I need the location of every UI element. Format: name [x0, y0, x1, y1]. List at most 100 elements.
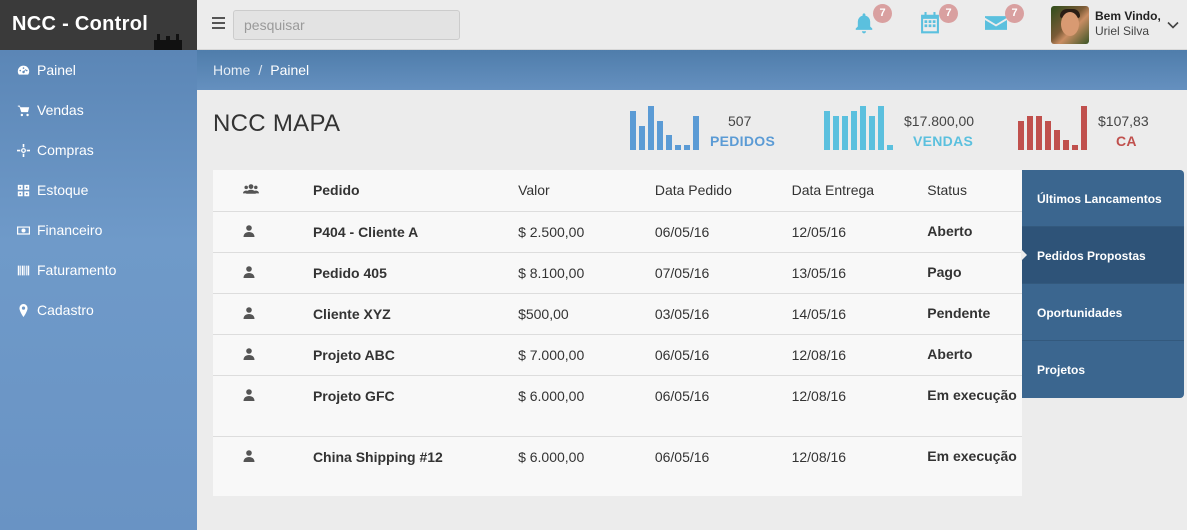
- cell-data-pedido: 06/05/16: [654, 448, 710, 465]
- cell-status: Pendente: [927, 293, 1022, 335]
- avatar[interactable]: [1051, 6, 1089, 44]
- cell-pedido: China Shipping #12: [312, 448, 443, 465]
- stat-value: $17.800,00: [904, 113, 975, 129]
- cell-data-pedido: 03/05/16: [654, 293, 792, 335]
- user-welcome[interactable]: Bem Vindo, Uriel Silva: [1095, 9, 1161, 39]
- sparkline-bar: [1018, 121, 1024, 150]
- sidebar-item-vendas[interactable]: Vendas: [0, 90, 197, 130]
- sparkline-bar: [630, 111, 636, 150]
- cell-data-entrega: 13/05/16: [791, 252, 928, 294]
- col-header-data-entrega[interactable]: Data Entrega: [791, 170, 928, 212]
- sparkline-bar: [648, 106, 654, 150]
- menu-toggle-icon[interactable]: [212, 17, 225, 31]
- table-row[interactable]: Projeto ABC $ 7.000,00 06/05/16 12/08/16…: [213, 334, 1022, 376]
- dashboard-icon: [16, 63, 30, 77]
- sidebar-item-label: Cadastro: [37, 302, 94, 318]
- brand-title: NCC - Control: [12, 13, 149, 35]
- stat-value: $107,83: [1098, 113, 1149, 129]
- cell-pedido: Pedido 405: [312, 252, 519, 294]
- stat-value: 507: [728, 113, 752, 129]
- col-header-status[interactable]: Status: [927, 170, 1022, 212]
- calendar-badge: 7: [939, 4, 958, 23]
- sparkline-bar: [1054, 130, 1060, 150]
- col-header-pedido[interactable]: Pedido: [312, 170, 519, 212]
- user-icon: [243, 449, 255, 462]
- sparkline-bar: [639, 126, 645, 150]
- user-icon: [243, 388, 255, 401]
- sparkline-bar: [657, 121, 663, 150]
- sparkline-bar: [860, 106, 866, 150]
- messages-button[interactable]: 7: [985, 4, 1024, 36]
- table-row[interactable]: Projeto GFC $ 6.000,00 06/05/16 12/08/16…: [213, 375, 1022, 437]
- table-row[interactable]: China Shipping #12 $ 6.000,00 06/05/16 1…: [213, 436, 1022, 497]
- tab-ultimos-lancamentos[interactable]: Últimos Lancamentos: [1022, 170, 1184, 227]
- robot-logo-icon: [154, 34, 182, 50]
- user-icon: [243, 306, 255, 319]
- sidebar-item-compras[interactable]: Compras: [0, 130, 197, 170]
- stat-label: VENDAS: [913, 133, 974, 149]
- cell-data-pedido: 06/05/16: [654, 375, 792, 437]
- app-brand[interactable]: NCC - Control: [0, 0, 197, 50]
- cell-valor: $ 6.000,00: [518, 448, 585, 465]
- messages-badge: 7: [1005, 4, 1024, 23]
- cell-data-entrega: 14/05/16: [791, 293, 928, 335]
- sidebar-item-faturamento[interactable]: Faturamento: [0, 250, 197, 290]
- cell-valor: $ 6.000,00: [518, 375, 655, 437]
- sidebar-item-financeiro[interactable]: Financeiro: [0, 210, 197, 250]
- sparkline-bar: [666, 135, 672, 150]
- cell-valor: $500,00: [518, 293, 655, 335]
- cell-valor: $ 8.100,00: [518, 252, 655, 294]
- sparkline-bar: [824, 111, 830, 150]
- calendar-button[interactable]: 7: [919, 4, 958, 36]
- sparkline-bar: [1072, 145, 1078, 150]
- sparkline-bar: [1027, 116, 1033, 150]
- vendas-sparkline: [824, 106, 893, 150]
- sparkline-bar: [1045, 121, 1051, 150]
- sidebar: Painel Vendas Compras Estoque Financeiro…: [0, 50, 197, 530]
- money-icon: [16, 223, 30, 237]
- cell-status: Pago: [927, 252, 1022, 294]
- cell-status: Aberto: [927, 211, 1022, 253]
- sidebar-item-label: Vendas: [37, 102, 84, 118]
- orders-table: Pedido Valor Data Pedido Data Entrega St…: [213, 170, 1022, 497]
- chevron-down-icon[interactable]: [1167, 20, 1179, 30]
- sparkline-bar: [1063, 140, 1069, 150]
- tab-projetos[interactable]: Projetos: [1022, 341, 1184, 398]
- col-header-data-pedido[interactable]: Data Pedido: [654, 170, 792, 212]
- breadcrumb-home-link[interactable]: Home: [213, 62, 250, 78]
- sidebar-item-label: Estoque: [37, 182, 89, 198]
- sparkline-bar: [833, 116, 839, 150]
- envelope-icon: [985, 16, 1007, 30]
- bell-icon: [855, 13, 873, 34]
- sparkline-bar: [1081, 106, 1087, 150]
- table-row[interactable]: Cliente XYZ $500,00 03/05/16 14/05/16 Pe…: [213, 293, 1022, 335]
- table-row[interactable]: Pedido 405 $ 8.100,00 07/05/16 13/05/16 …: [213, 252, 1022, 294]
- sparkline-bar: [684, 145, 690, 150]
- sidebar-item-label: Compras: [37, 142, 94, 158]
- grid-icon: [16, 183, 30, 197]
- crosshair-icon: [16, 143, 30, 157]
- user-name: Uriel Silva: [1095, 24, 1150, 38]
- stat-pedidos: 507 PEDIDOS: [630, 106, 780, 152]
- tab-pedidos-propostas[interactable]: Pedidos Propostas: [1021, 227, 1184, 284]
- cell-data-entrega: 12/08/16: [791, 448, 847, 465]
- sidebar-item-painel[interactable]: Painel: [0, 50, 197, 90]
- sidebar-item-label: Painel: [37, 62, 76, 78]
- sidebar-item-estoque[interactable]: Estoque: [0, 170, 197, 210]
- cell-pedido: P404 - Cliente A: [312, 211, 519, 253]
- calendar-icon: [921, 12, 939, 34]
- cell-pedido: Projeto GFC: [312, 375, 519, 437]
- notifications-bell-button[interactable]: 7: [853, 4, 892, 36]
- notification-badge: 7: [873, 4, 892, 23]
- orders-table-card: Pedido Valor Data Pedido Data Entrega St…: [213, 170, 1022, 496]
- table-row[interactable]: P404 - Cliente A $ 2.500,00 06/05/16 12/…: [213, 211, 1022, 253]
- search-input[interactable]: [233, 10, 460, 40]
- sparkline-bar: [675, 145, 681, 150]
- cell-data-pedido: 07/05/16: [654, 252, 792, 294]
- user-icon: [243, 224, 255, 237]
- stat-vendas: $17.800,00 VENDAS: [824, 106, 984, 152]
- col-header-valor[interactable]: Valor: [518, 170, 655, 212]
- cell-valor: $ 2.500,00: [518, 211, 655, 253]
- sidebar-item-cadastro[interactable]: Cadastro: [0, 290, 197, 330]
- tab-oportunidades[interactable]: Oportunidades: [1022, 284, 1184, 341]
